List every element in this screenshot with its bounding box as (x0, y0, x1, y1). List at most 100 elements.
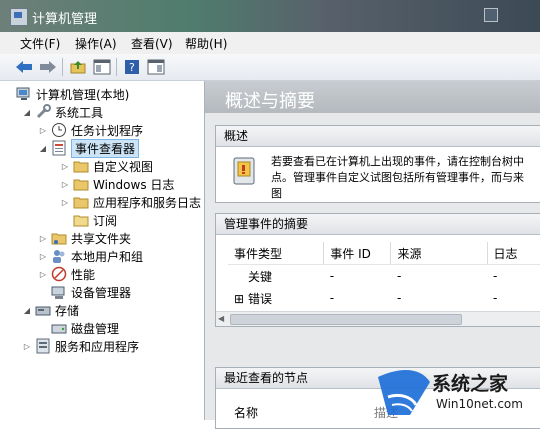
column-header-event-id[interactable]: 事件 ID (323, 242, 392, 265)
tree-label: 订阅 (93, 213, 118, 228)
up-folder-icon[interactable] (68, 57, 88, 77)
event-viewer-icon (51, 140, 67, 156)
expand-arrow-icon[interactable]: ▷ (38, 252, 48, 261)
event-log-icon (232, 156, 256, 189)
app-icon (10, 8, 28, 26)
tree-label: 性能 (71, 267, 96, 282)
performance-icon (51, 266, 67, 282)
column-header-name[interactable]: 名称 (234, 404, 258, 421)
show-hide-console-tree-icon[interactable] (92, 57, 112, 77)
overview-text-line: 图 (271, 187, 282, 200)
overview-panel-header[interactable]: 概述 (216, 126, 540, 147)
tree-item-storage[interactable]: ◢ 存储 (22, 301, 79, 319)
tree-label: 磁盘管理 (71, 321, 120, 336)
tree-label: 自定义视图 (93, 159, 154, 174)
shared-folder-icon (51, 230, 67, 246)
overview-text-line: 若要查看已在计算机上出现的事件，请在控制台树中 (271, 155, 524, 168)
overview-description: 若要查看已在计算机上出现的事件，请在控制台树中 点。管理事件自定义试图包括所有管… (271, 154, 540, 202)
tree-item-device-manager[interactable]: 设备管理器 (38, 283, 131, 301)
log-cell: - (493, 269, 498, 283)
tree-label: Windows 日志 (93, 177, 175, 192)
tree-item-local-users-groups[interactable]: ▷ 本地用户和组 (38, 247, 143, 265)
main-header: 概述与摘要 (205, 81, 540, 113)
users-icon (51, 248, 67, 264)
event-type-label: 关键 (248, 269, 273, 284)
tree-item-computer-management[interactable]: 计算机管理(本地) (16, 85, 129, 103)
title-bar: 计算机管理 (0, 0, 540, 32)
tree-item-custom-views[interactable]: ▷ 自定义视图 (60, 157, 153, 175)
collapse-arrow-icon[interactable]: ◢ (22, 108, 32, 117)
tree-label: 事件查看器 (71, 138, 140, 158)
column-header-event-type[interactable]: 事件类型 (228, 242, 325, 265)
tree-label: 应用程序和服务日志 (93, 195, 202, 210)
expand-plus-icon[interactable]: ⊞ (234, 292, 248, 306)
tree-item-shared-folders[interactable]: ▷ 共享文件夹 (38, 229, 131, 247)
expand-arrow-icon[interactable]: ▷ (38, 126, 48, 135)
storage-icon (35, 302, 51, 318)
menu-help[interactable]: 帮助(H) (185, 35, 227, 52)
log-cell: - (493, 291, 498, 305)
toolbar-separator (62, 58, 63, 76)
watermark-brand: 系统之家 (432, 373, 509, 395)
folder-icon (73, 176, 89, 192)
collapse-arrow-icon[interactable]: ◢ (22, 306, 32, 315)
expand-arrow-icon[interactable]: ▷ (60, 198, 70, 207)
overview-panel: 概述 若要查看已在计算机上出现的事件，请在控制台树中 点。管理事件自定义试图包括… (215, 125, 540, 203)
summary-panel-header[interactable]: 管理事件的摘要 (216, 214, 540, 235)
expand-arrow-icon[interactable]: ▷ (60, 180, 70, 189)
source-cell: - (396, 269, 402, 283)
tree-item-task-scheduler[interactable]: ▷ 任务计划程序 (38, 121, 143, 139)
column-header-source[interactable]: 来源 (390, 242, 488, 265)
menu-bar: 文件(F) 操作(A) 查看(V) 帮助(H) (0, 32, 540, 54)
tree-item-performance[interactable]: ▷ 性能 (38, 265, 95, 283)
scroll-left-arrow-icon[interactable]: ◀ (218, 314, 228, 324)
table-row[interactable]: 关键 - - - (228, 265, 540, 288)
collapse-arrow-icon[interactable]: ◢ (38, 144, 48, 153)
help-icon[interactable]: ? (122, 57, 142, 77)
expand-arrow-icon[interactable]: ▷ (22, 342, 32, 351)
disk-icon (51, 320, 67, 336)
tree-label: 任务计划程序 (71, 123, 144, 138)
tree-item-app-service-logs[interactable]: ▷ 应用程序和服务日志 (60, 193, 201, 211)
event-id-cell: - (329, 269, 335, 283)
folder-icon (73, 158, 89, 174)
overview-text-line: 点。管理事件自定义试图包括所有管理事件，而与来 (271, 171, 524, 184)
svg-text:?: ? (129, 61, 135, 74)
table-header-row: 事件类型 事件 ID 来源 日志 (228, 242, 540, 265)
tree-item-event-viewer[interactable]: ◢ 事件查看器 (38, 138, 140, 158)
services-icon (35, 338, 51, 354)
site-watermark: 系统之家 Win10net.com (370, 367, 540, 420)
column-header-log[interactable]: 日志 (487, 242, 540, 265)
forward-arrow-icon[interactable] (38, 57, 58, 77)
folder-icon (73, 194, 89, 210)
clock-icon (51, 122, 67, 138)
page-title: 概述与摘要 (225, 91, 315, 112)
scrollbar-thumb[interactable] (230, 314, 462, 325)
expand-arrow-icon[interactable]: ▷ (38, 270, 48, 279)
source-cell: - (396, 291, 402, 305)
tree-label: 服务和应用程序 (55, 339, 140, 354)
expand-arrow-icon[interactable]: ▷ (60, 162, 70, 171)
console-tree: 计算机管理(本地) ◢ 系统工具 ▷ 任务计划程序 ◢ 事件查看器 ▷ 自定义视… (0, 81, 205, 420)
tree-item-windows-logs[interactable]: ▷ Windows 日志 (60, 175, 174, 193)
summary-panel: 管理事件的摘要 事件类型 事件 ID 来源 日志 关键 - - - ⊞ 错误 - … (215, 213, 540, 327)
menu-action[interactable]: 操作(A) (75, 35, 117, 52)
minimize-icon[interactable] (484, 8, 498, 22)
menu-view[interactable]: 查看(V) (131, 35, 173, 52)
show-action-pane-icon[interactable] (146, 57, 166, 77)
table-row[interactable]: ⊞ 错误 - - - (228, 287, 540, 309)
tree-label: 设备管理器 (71, 285, 132, 300)
device-manager-icon (51, 284, 67, 300)
tree-label: 共享文件夹 (71, 231, 132, 246)
tree-item-services-applications[interactable]: ▷ 服务和应用程序 (22, 337, 139, 355)
tree-item-disk-management[interactable]: 磁盘管理 (38, 319, 119, 337)
tree-item-system-tools[interactable]: ◢ 系统工具 (22, 103, 103, 121)
expand-arrow-icon[interactable]: ▷ (38, 234, 48, 243)
back-arrow-icon[interactable] (14, 57, 34, 77)
horizontal-scrollbar[interactable]: ◀ (216, 311, 540, 326)
subscription-icon (73, 212, 89, 228)
system-tools-icon (35, 104, 51, 120)
tree-item-subscriptions[interactable]: 订阅 (60, 211, 117, 229)
menu-file[interactable]: 文件(F) (20, 35, 60, 52)
event-id-cell: - (329, 291, 335, 305)
